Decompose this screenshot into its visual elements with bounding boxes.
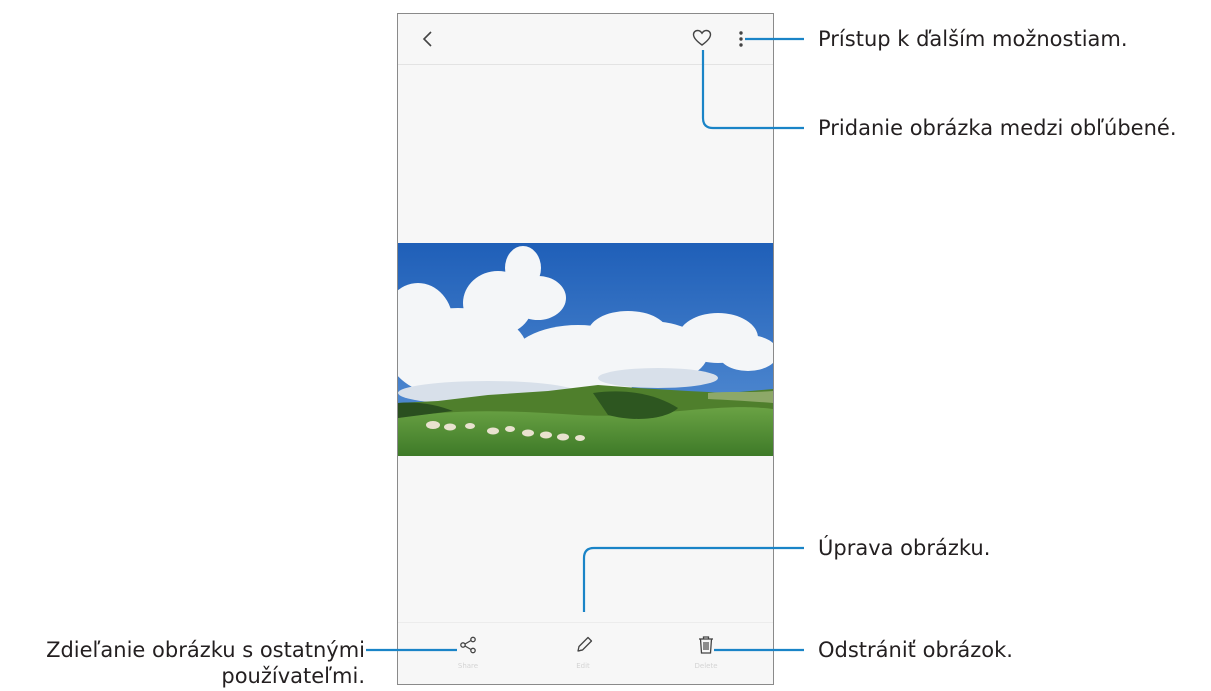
callout-edit: Úprava obrázku.	[818, 536, 991, 560]
callout-share-line1: Zdieľanie obrázku s ostatnými	[46, 638, 365, 662]
callout-delete: Odstrániť obrázok.	[818, 638, 1013, 662]
favorite-leader	[701, 50, 804, 130]
callout-favorite: Pridanie obrázka medzi obľúbené.	[818, 116, 1177, 140]
callout-share-line2: používateľmi.	[221, 664, 365, 688]
edit-leader	[582, 546, 804, 612]
callout-lines	[366, 37, 804, 652]
callout-more-options: Prístup k ďalším možnostiam.	[818, 27, 1128, 51]
